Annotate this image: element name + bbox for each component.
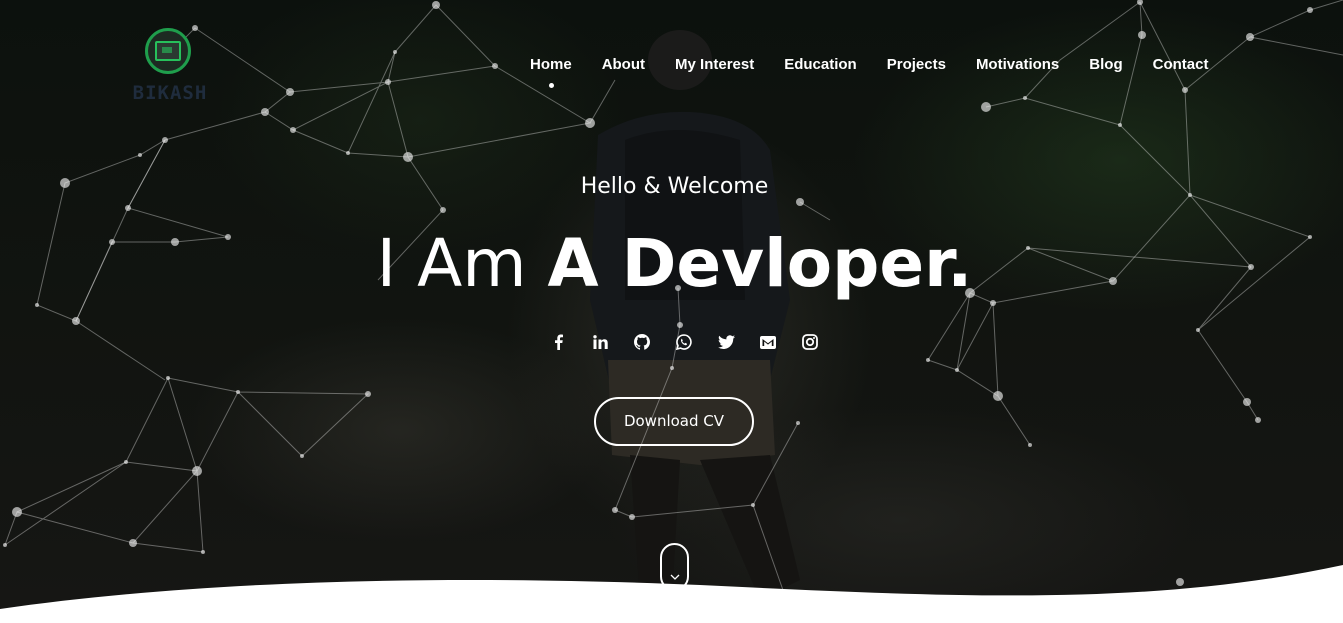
hero-headline: I Am A Devloper.	[0, 222, 1343, 306]
nav-contact[interactable]: Contact	[1138, 56, 1224, 73]
github-icon[interactable]	[621, 331, 663, 353]
headline-bold: A Devloper.	[547, 225, 973, 302]
welcome-text: Hello & Welcome	[580, 174, 769, 199]
download-cv-button[interactable]: Download CV	[594, 397, 754, 446]
nav-education[interactable]: Education	[769, 56, 872, 73]
headline-light: I Am	[376, 225, 548, 302]
site-logo[interactable]: BIKASH	[124, 28, 216, 108]
mail-icon[interactable]	[747, 331, 789, 353]
hero-section: BIKASH Home About My Interest Education …	[0, 0, 1343, 623]
logo-text: BIKASH	[132, 82, 208, 104]
whatsapp-icon[interactable]	[663, 331, 705, 353]
main-nav: Home About My Interest Education Project…	[515, 56, 1224, 88]
facebook-icon[interactable]	[537, 331, 579, 353]
twitter-icon[interactable]	[705, 331, 747, 353]
nav-projects[interactable]: Projects	[872, 56, 961, 73]
nav-blog[interactable]: Blog	[1074, 56, 1137, 73]
chip-icon	[145, 28, 191, 74]
instagram-icon[interactable]	[789, 331, 831, 353]
bottom-wave	[0, 565, 1343, 623]
social-links	[537, 331, 831, 353]
nav-my-interest[interactable]: My Interest	[660, 56, 769, 73]
linkedin-icon[interactable]	[579, 331, 621, 353]
nav-motivations[interactable]: Motivations	[961, 56, 1074, 73]
nav-about[interactable]: About	[587, 56, 660, 73]
nav-home[interactable]: Home	[515, 56, 587, 88]
